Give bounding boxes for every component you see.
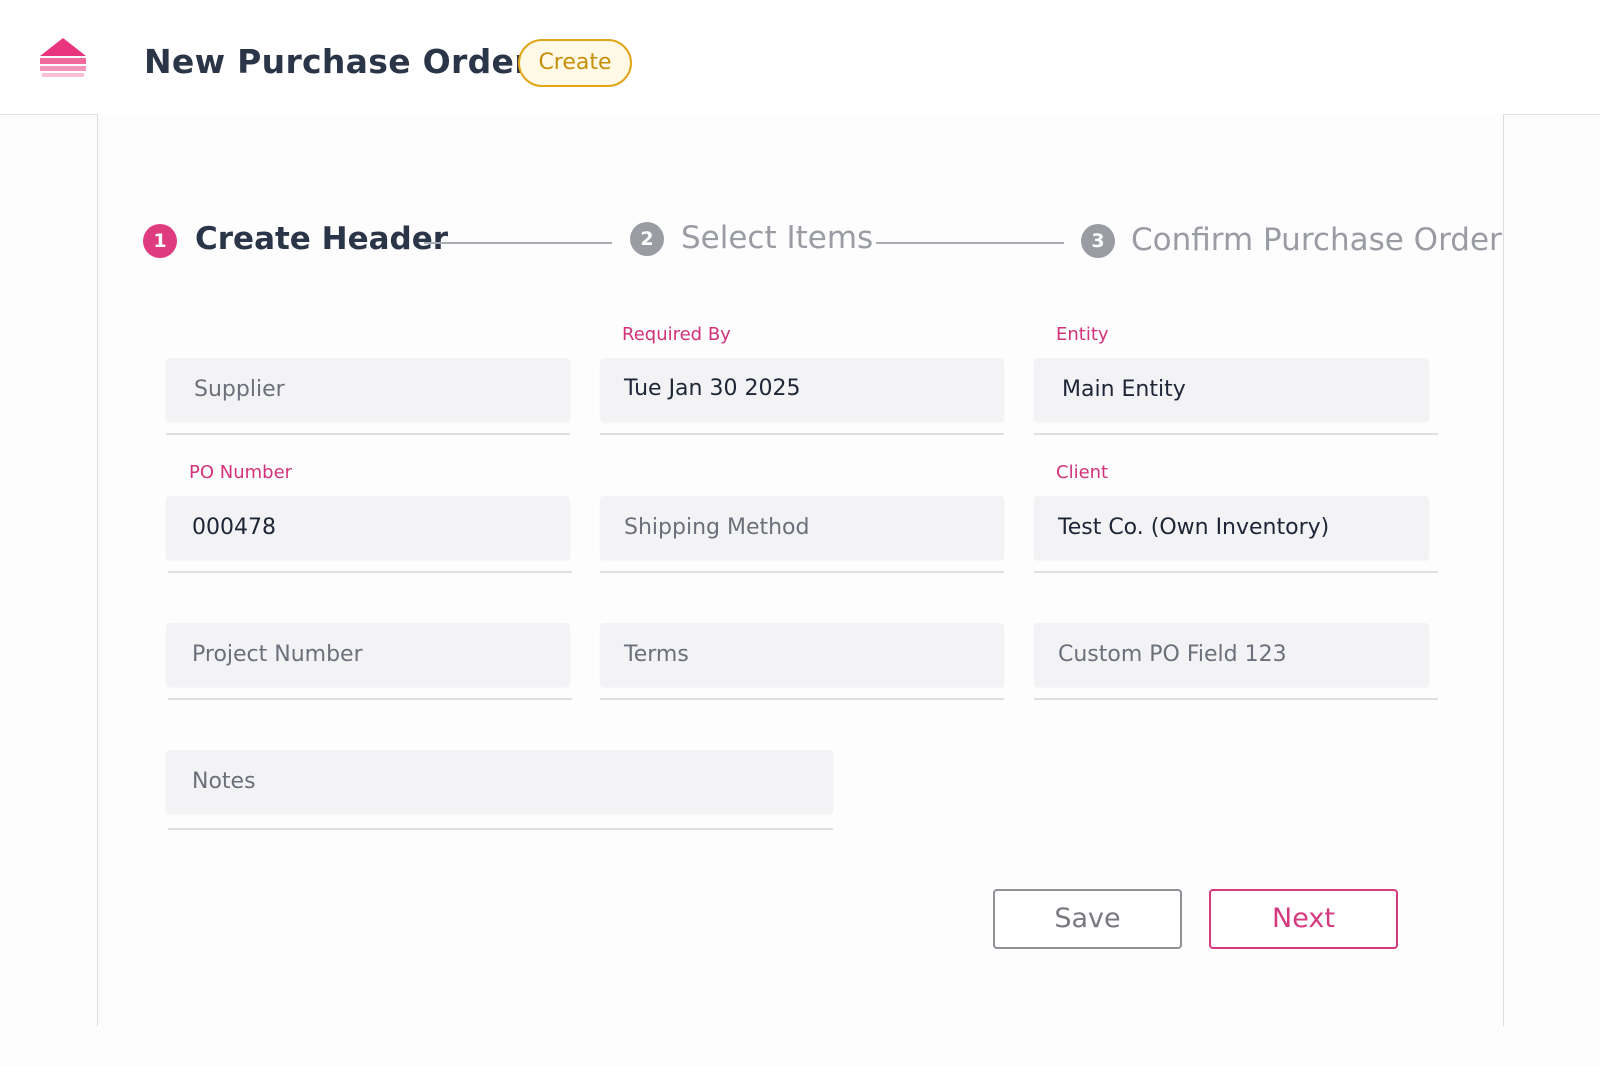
po-number-field[interactable]: 000478	[166, 496, 570, 560]
required-by-field[interactable]: Tue Jan 30 2025	[600, 358, 1004, 422]
shipping-method-field[interactable]: Shipping Method	[600, 496, 1004, 560]
required-by-label: Required By	[622, 324, 731, 345]
client-label: Client	[1056, 462, 1109, 483]
supplier-field[interactable]: Supplier	[166, 358, 570, 422]
po-number-underline	[168, 571, 572, 573]
po-number-value: 000478	[192, 515, 276, 540]
notes-underline	[168, 828, 833, 830]
entity-value: Main Entity	[1062, 377, 1186, 402]
step-1-number: 1	[143, 224, 177, 258]
notes-field[interactable]: Notes	[166, 750, 833, 814]
client-field[interactable]: Test Co. (Own Inventory)	[1034, 496, 1429, 560]
project-number-field[interactable]: Project Number	[166, 623, 570, 687]
page-title: New Purchase Order	[144, 42, 531, 81]
shipping-method-placeholder: Shipping Method	[624, 515, 810, 540]
step-3-label[interactable]: Confirm Purchase Order	[1131, 222, 1502, 258]
client-value: Test Co. (Own Inventory)	[1058, 515, 1330, 540]
custom-po-field-placeholder: Custom PO Field 123	[1058, 642, 1287, 667]
save-button[interactable]: Save	[993, 889, 1182, 949]
step-2-number: 2	[630, 222, 664, 256]
step-2-label[interactable]: Select Items	[681, 220, 873, 256]
shipping-method-underline	[600, 571, 1004, 573]
supplier-underline	[166, 433, 570, 435]
step-connector-2	[876, 242, 1064, 244]
step-3-number: 3	[1081, 224, 1115, 258]
project-number-underline	[168, 698, 572, 700]
step-connector-1	[424, 242, 612, 244]
status-badge: Create	[518, 39, 632, 87]
project-number-placeholder: Project Number	[192, 642, 363, 667]
notes-placeholder: Notes	[192, 769, 256, 794]
client-underline	[1034, 571, 1438, 573]
custom-po-field-underline	[1034, 698, 1438, 700]
logo-icon[interactable]	[38, 36, 88, 80]
supplier-placeholder: Supplier	[194, 377, 285, 402]
terms-underline	[600, 698, 1004, 700]
entity-label: Entity	[1056, 324, 1109, 345]
next-button[interactable]: Next	[1209, 889, 1398, 949]
custom-po-field[interactable]: Custom PO Field 123	[1034, 623, 1429, 687]
po-number-label: PO Number	[189, 462, 293, 483]
required-by-underline	[600, 433, 1004, 435]
top-bar: New Purchase Order Create	[0, 0, 1600, 115]
terms-field[interactable]: Terms	[600, 623, 1004, 687]
entity-field[interactable]: Main Entity	[1034, 358, 1429, 422]
required-by-value: Tue Jan 30 2025	[624, 376, 801, 401]
step-1-label[interactable]: Create Header	[195, 221, 448, 257]
entity-underline	[1034, 433, 1438, 435]
terms-placeholder: Terms	[624, 642, 689, 667]
